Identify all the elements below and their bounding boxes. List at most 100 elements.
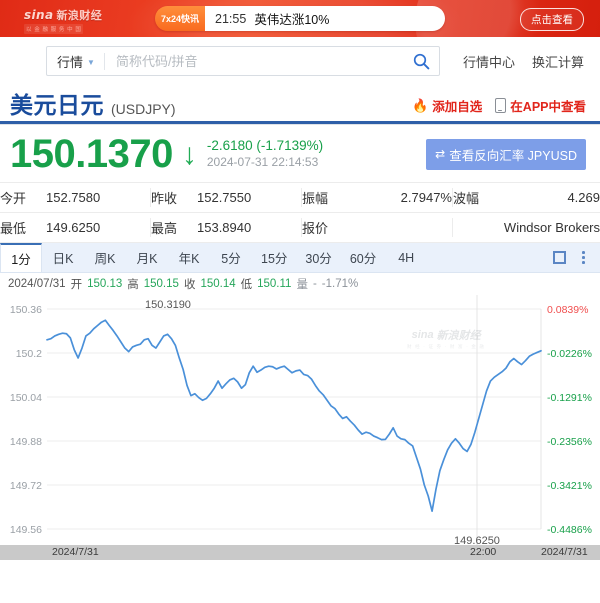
swap-icon: ⇄	[435, 147, 445, 161]
news-ticker-body[interactable]: 21:55 英伟达涨10%	[205, 6, 445, 31]
mobile-phone-icon	[495, 98, 506, 113]
tab-60min[interactable]: 60分	[341, 243, 385, 272]
ohlc-open-value: 150.13	[87, 278, 122, 290]
tab-4h[interactable]: 4H	[385, 243, 427, 272]
page-title: 美元日元	[10, 94, 104, 117]
nav-link-currency-calc[interactable]: 换汇计算	[532, 52, 584, 71]
chart-annotation-session-high: 150.3190	[145, 299, 191, 311]
stat-value-prevclose: 152.7550	[197, 183, 301, 213]
y-axis-tick-label: 150.04	[10, 392, 42, 404]
stat-label-prevclose: 昨收	[151, 183, 197, 213]
stat-value-source-empty	[354, 213, 452, 243]
reverse-rate-button[interactable]: ⇄ 查看反向汇率 JPYUSD	[426, 139, 586, 170]
ohlc-close-value: 150.14	[200, 278, 235, 290]
header-nav-links: 行情中心 换汇计算	[463, 52, 584, 71]
chart-x-axis: 2024/7/31 22:00 2024/7/31	[0, 545, 600, 560]
ohlc-high-value: 150.15	[144, 278, 179, 290]
ohlc-low-label: 低	[241, 276, 253, 292]
news-ticker-time: 21:55	[215, 12, 246, 26]
nav-link-quote-center[interactable]: 行情中心	[463, 52, 515, 71]
tab-1min[interactable]: 1分	[0, 243, 42, 272]
y2-axis-tick-label: -0.3421%	[547, 480, 592, 492]
search-button[interactable]	[403, 53, 439, 70]
more-vertical-icon[interactable]	[579, 249, 588, 266]
search-category-label: 行情	[57, 52, 83, 71]
tab-daily-k[interactable]: 日K	[42, 243, 84, 272]
quote-timestamp: 2024-07-31 22:14:53	[207, 156, 323, 170]
table-row: 今开 152.7580 昨收 152.7550 振幅 2.7947% 波幅 4.…	[0, 183, 600, 213]
ohlc-open-label: 开	[71, 276, 83, 292]
add-favorite-button[interactable]: 🔥 添加自选	[412, 96, 482, 115]
price-chart[interactable]: 150.36 0.0839% 150.2 -0.0226% 150.04 -0.1291%…	[0, 295, 600, 545]
y-axis-tick-label: 150.36	[10, 304, 42, 316]
y2-axis-tick-label: -0.4486%	[547, 524, 592, 536]
stat-label-amplitude: 振幅	[302, 183, 354, 213]
quote-stats-table: 今开 152.7580 昨收 152.7550 振幅 2.7947% 波幅 4.…	[0, 182, 600, 243]
y-axis-tick-label: 149.88	[10, 436, 42, 448]
ohlc-percent: -1.71%	[322, 278, 358, 290]
chart-tabs-list: 1分 日K 周K 月K 年K 5分 15分 30分 60分 4H	[0, 243, 427, 272]
search-category-dropdown[interactable]: 行情 ▼	[47, 47, 104, 75]
stat-label-open: 今开	[0, 183, 46, 213]
y-axis-tick-label: 150.2	[16, 348, 42, 360]
price-row: 150.1370 ↓ -2.6180 (-1.7139%) 2024-07-31…	[0, 125, 600, 182]
stat-label-high: 最高	[151, 213, 197, 243]
stat-value-broker: Windsor Brokers	[503, 213, 600, 243]
tab-5min[interactable]: 5分	[210, 243, 252, 272]
ohlc-volume-value: -	[313, 278, 317, 290]
clipped-bottom-row	[0, 560, 600, 568]
sina-logo-mark: sina	[24, 8, 54, 22]
stat-value-low: 149.6250	[46, 213, 150, 243]
view-in-app-button[interactable]: 在APP中查看	[495, 96, 586, 115]
tab-monthly-k[interactable]: 月K	[126, 243, 168, 272]
chart-annotation-session-low: 149.6250	[454, 535, 500, 545]
search-icon	[413, 53, 430, 70]
top-promo-banner: sina 新浪财经 以 金 融 服 务 中 国 7x24快讯 21:55 英伟达…	[0, 0, 600, 37]
y-axis-tick-label: 149.56	[10, 524, 42, 536]
table-row: 最低 149.6250 最高 153.8940 报价 Windsor Broke…	[0, 213, 600, 243]
y2-axis-tick-label: -0.1291%	[547, 392, 592, 404]
search-row: 行情 ▼ 行情中心 换汇计算	[0, 37, 600, 85]
banner-cta-button[interactable]: 点击查看	[520, 8, 584, 31]
change-block: -2.6180 (-1.7139%) 2024-07-31 22:14:53	[207, 138, 323, 169]
news-ticker[interactable]: 7x24快讯 21:55 英伟达涨10%	[155, 6, 445, 31]
stat-label-source: 报价	[302, 213, 354, 243]
instrument-code: (USDJPY)	[111, 102, 176, 116]
y2-axis-tick-label: -0.2356%	[547, 436, 592, 448]
y2-axis-tick-label: 0.0839%	[547, 304, 588, 316]
chevron-down-icon: ▼	[87, 58, 95, 67]
sina-finance-logo: sina 新浪财经 以 金 融 服 务 中 国	[24, 7, 102, 34]
fire-icon: 🔥	[412, 99, 428, 112]
news-ticker-tag: 7x24快讯	[155, 6, 205, 31]
view-in-app-label: 在APP中查看	[510, 96, 586, 115]
stat-label-low: 最低	[0, 213, 46, 243]
stat-value-range: 4.269	[503, 183, 600, 213]
stat-value-amplitude: 2.7947%	[354, 183, 452, 213]
tab-yearly-k[interactable]: 年K	[168, 243, 210, 272]
current-price: 150.1370	[10, 134, 173, 174]
y-axis-tick-label: 149.72	[10, 480, 42, 492]
title-actions: 🔥 添加自选 在APP中查看	[412, 96, 586, 115]
ohlc-volume-label: 量	[296, 276, 308, 292]
chart-canvas[interactable]: 150.36 0.0839% 150.2 -0.0226% 150.04 -0.1291%…	[0, 295, 600, 545]
ohlc-readout: 2024/07/31 开 150.13 高 150.15 收 150.14 低 …	[0, 273, 600, 295]
ohlc-close-label: 收	[184, 276, 196, 292]
stat-label-blank	[453, 213, 503, 243]
chart-period-tabs: 1分 日K 周K 月K 年K 5分 15分 30分 60分 4H	[0, 243, 600, 273]
reverse-rate-label: 查看反向汇率 JPYUSD	[449, 145, 577, 164]
stat-label-range: 波幅	[453, 183, 503, 213]
y2-axis-tick-label: -0.0226%	[547, 348, 592, 360]
price-change: -2.6180 (-1.7139%)	[207, 138, 323, 154]
ohlc-high-label: 高	[127, 276, 139, 292]
news-ticker-text: 英伟达涨10%	[254, 9, 329, 28]
chart-toolbar	[553, 243, 600, 272]
sina-logo-text: 新浪财经	[57, 7, 103, 23]
tab-weekly-k[interactable]: 周K	[84, 243, 126, 272]
fullscreen-icon[interactable]	[553, 251, 566, 264]
tab-15min[interactable]: 15分	[252, 243, 296, 272]
tab-30min[interactable]: 30分	[296, 243, 340, 272]
ohlc-date: 2024/07/31	[8, 278, 66, 290]
search-input[interactable]	[105, 47, 403, 75]
search-box[interactable]: 行情 ▼	[46, 46, 440, 76]
add-favorite-label: 添加自选	[432, 96, 482, 115]
